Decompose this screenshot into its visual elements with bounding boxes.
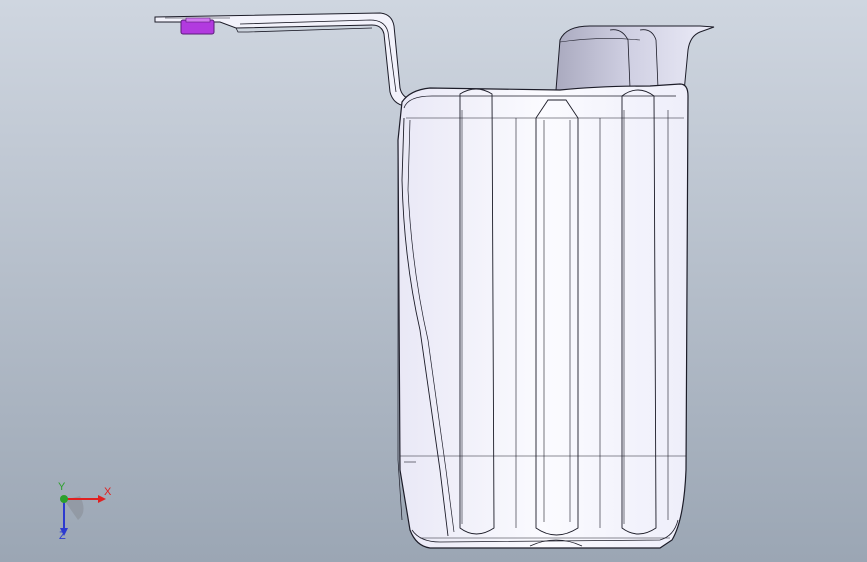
orientation-triad[interactable]: X Y Z	[44, 482, 114, 542]
triad-x-label: X	[104, 486, 112, 498]
triad-y-label: Y	[58, 481, 66, 493]
graphics-viewport[interactable]: X Y Z	[0, 0, 867, 562]
bracket-fastener[interactable]	[180, 17, 215, 35]
tank-body[interactable]	[397, 83, 689, 549]
model-scene[interactable]	[0, 0, 867, 562]
triad-z-label: Z	[59, 530, 66, 542]
